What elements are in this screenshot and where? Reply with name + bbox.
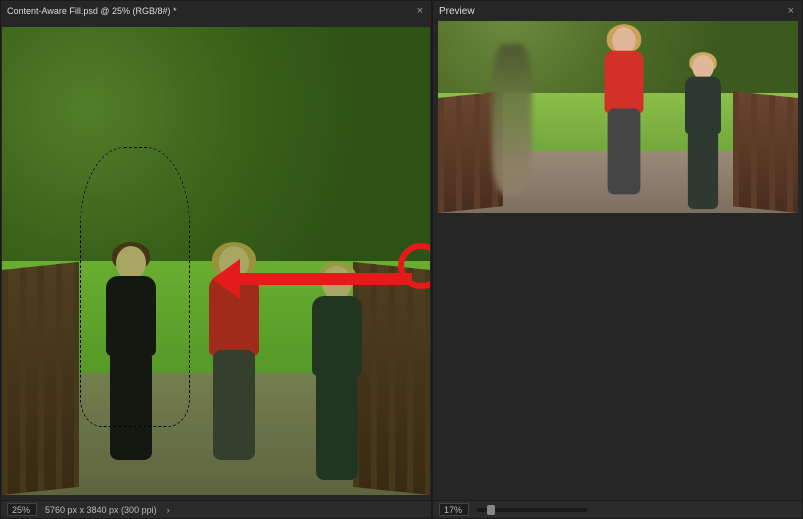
document-tab-bar: Content-Aware Fill.psd @ 25% (RGB/8#) * … [1,1,431,21]
preview-zoom-thumb[interactable] [487,505,495,515]
document-dimensions: 5760 px x 3840 px (300 ppi) [45,505,157,515]
sampling-area-overlay[interactable] [2,27,430,495]
close-icon[interactable]: × [417,5,423,17]
preview-header: Preview × [433,1,802,21]
document-image [2,27,430,495]
bridge-rail-right [733,91,798,213]
chevron-right-icon[interactable]: › [165,505,172,515]
zoom-level-field[interactable]: 25% [7,503,37,516]
preview-panel: Preview × [432,0,803,519]
preview-zoom-slider[interactable] [477,508,587,512]
person-green-outfit [678,55,728,199]
preview-title: Preview [439,6,475,17]
preview-canvas[interactable] [433,21,802,500]
preview-zoom-field[interactable]: 17% [439,503,469,516]
document-canvas[interactable] [1,21,431,500]
fill-selection-outline[interactable] [80,147,190,427]
person-red-top [596,27,651,199]
content-aware-fill-workspace: Content-Aware Fill.psd @ 25% (RGB/8#) * … [0,0,803,519]
close-icon[interactable]: × [788,5,794,17]
document-panel: Content-Aware Fill.psd @ 25% (RGB/8#) * … [0,0,432,519]
document-tab-title[interactable]: Content-Aware Fill.psd @ 25% (RGB/8#) * [7,6,177,16]
preview-status-bar: 17% [433,500,802,518]
document-status-bar: 25% 5760 px x 3840 px (300 ppi) › [1,500,431,518]
preview-image [438,21,798,213]
fill-result-region [492,44,532,194]
